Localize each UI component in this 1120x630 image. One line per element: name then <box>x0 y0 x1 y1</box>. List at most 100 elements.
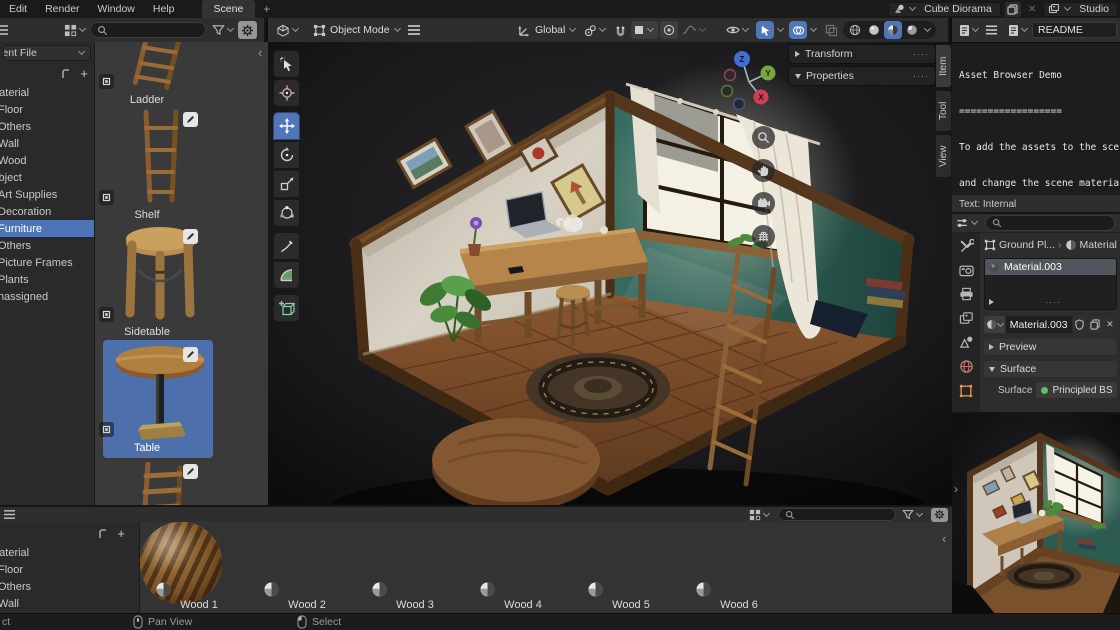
panel-properties[interactable]: Properties ···· <box>788 66 936 86</box>
add-catalog-button[interactable]: + <box>117 527 125 540</box>
catalog-item-floor[interactable]: Floor <box>0 561 139 578</box>
tab-scene-icon[interactable] <box>959 335 974 349</box>
display-mode-button[interactable] <box>62 21 90 39</box>
collapse-region-icon[interactable]: ‹ <box>258 46 262 59</box>
drag-handle-icon[interactable]: ···· <box>913 71 929 81</box>
navigation-gizmo[interactable]: Z Y X <box>716 46 782 112</box>
camera-view-button[interactable] <box>752 192 775 215</box>
zoom-button[interactable] <box>752 126 775 149</box>
xray-toggle[interactable] <box>822 21 840 39</box>
properties-search-input[interactable] <box>985 215 1115 231</box>
show-overlays-toggle[interactable] <box>789 21 807 39</box>
catalog-item-object[interactable]: Object <box>0 169 94 186</box>
catalog-item-art-supplies[interactable]: Art Supplies <box>0 186 94 203</box>
editor-type-button[interactable] <box>955 217 980 230</box>
surface-panel-header[interactable]: Surface <box>984 361 1117 377</box>
viewport-menus-icon[interactable] <box>405 21 423 39</box>
preview-panel-header[interactable]: Preview <box>984 339 1117 355</box>
viewport-canvas[interactable]: Z Y X Transform ···· Properties ···· Ite… <box>268 42 952 505</box>
breadcrumb-object[interactable]: Ground Pl... <box>999 239 1055 251</box>
new-scene-button[interactable] <box>1004 1 1021 17</box>
shading-rendered-button[interactable] <box>903 21 921 39</box>
menu-help[interactable]: Help <box>144 3 184 15</box>
material-slot-selected[interactable]: Material.003 <box>985 259 1116 275</box>
text-menus-icon[interactable] <box>983 21 1000 39</box>
copy-material-icon[interactable] <box>1087 316 1102 333</box>
catalog-item-wood[interactable]: Wood <box>0 152 94 169</box>
resize-grip-icon[interactable]: ···· <box>1045 297 1061 307</box>
tab-tool[interactable]: Tool <box>936 90 952 132</box>
catalog-item-decoration[interactable]: Decoration <box>0 203 94 220</box>
browse-material-button[interactable] <box>984 316 1005 333</box>
tab-object-icon[interactable] <box>959 384 973 398</box>
shading-solid-button[interactable] <box>865 21 883 39</box>
asset-source-selector[interactable]: Current File <box>3 45 91 61</box>
asset-ladder-thumb[interactable] <box>108 42 212 92</box>
editor-type-button[interactable] <box>274 21 303 39</box>
tool-scale[interactable] <box>273 170 300 198</box>
catalog-item-material[interactable]: Material <box>0 544 139 561</box>
menu-window[interactable]: Window <box>89 3 144 15</box>
filter-button[interactable] <box>210 21 238 39</box>
new-catalog-icon[interactable] <box>62 68 75 80</box>
tab-render-icon[interactable] <box>958 264 974 277</box>
tab-item[interactable]: Item <box>936 44 952 88</box>
catalog-item-picture-frames[interactable]: Picture Frames <box>0 254 94 271</box>
menu-edit[interactable]: Edit <box>0 3 36 15</box>
material-slot-list[interactable]: Material.003 ···· <box>984 258 1117 310</box>
editor-type-menu-icon[interactable] <box>0 24 10 36</box>
catalog-item-wall[interactable]: Wall <box>0 595 139 612</box>
material-name-field[interactable]: Material.003 <box>1005 316 1072 333</box>
text-datablock-icon[interactable] <box>1006 21 1032 39</box>
catalog-item-unassigned[interactable]: Unassigned <box>0 288 94 305</box>
show-gizmo-toggle[interactable] <box>756 21 774 39</box>
catalog-item-others2[interactable]: Others <box>0 237 94 254</box>
add-workspace-button[interactable]: + <box>255 2 278 16</box>
tab-view[interactable]: View <box>936 134 952 178</box>
tab-output-icon[interactable] <box>959 287 974 301</box>
asset-wood-6[interactable] <box>140 522 222 604</box>
tab-view-layer-icon[interactable] <box>959 311 974 325</box>
catalog-item-furniture[interactable]: Furniture <box>0 220 94 237</box>
unlink-scene-button[interactable]: ✕ <box>1025 4 1039 15</box>
tool-annotate[interactable] <box>273 232 300 260</box>
editor-type-menu-icon[interactable] <box>3 509 16 520</box>
pivot-point-selector[interactable] <box>582 21 610 39</box>
fake-user-shield-icon[interactable] <box>1072 316 1087 333</box>
visibility-filter-button[interactable] <box>724 21 753 39</box>
proportional-editing-icon[interactable] <box>660 21 679 39</box>
tab-tool-icon[interactable] <box>959 239 974 254</box>
surface-shader-button[interactable]: Principled BS <box>1036 382 1117 398</box>
editor-type-button[interactable] <box>957 21 983 39</box>
camera-preview-viewport[interactable]: › <box>952 412 1120 613</box>
add-catalog-button[interactable]: + <box>80 67 88 80</box>
text-editor[interactable]: Asset Browser Demo ================== To… <box>952 42 1120 213</box>
filter-settings-button[interactable] <box>238 21 257 39</box>
display-mode-button[interactable] <box>747 506 774 524</box>
catalog-item-others[interactable]: Others <box>0 118 94 135</box>
snap-settings-button[interactable] <box>631 21 659 39</box>
filter-settings-button[interactable] <box>931 507 948 522</box>
expand-region-icon[interactable]: › <box>954 482 958 496</box>
tool-move[interactable] <box>273 112 300 140</box>
shading-wireframe-button[interactable] <box>846 21 864 39</box>
filter-button[interactable] <box>900 506 927 524</box>
falloff-curve-icon[interactable] <box>680 21 710 39</box>
asset-search-input[interactable] <box>778 508 896 521</box>
catalog-item-floor[interactable]: Floor <box>0 101 94 118</box>
catalog-item-others[interactable]: Others <box>0 578 139 595</box>
specials-menu-icon[interactable] <box>989 299 994 305</box>
tool-rotate[interactable] <box>273 141 300 169</box>
tool-cursor[interactable] <box>273 79 300 107</box>
tab-scene[interactable]: Scene <box>201 0 256 18</box>
panel-transform[interactable]: Transform ···· <box>788 44 936 64</box>
catalog-item-material[interactable]: Material <box>0 84 94 101</box>
tool-add-cube[interactable] <box>273 294 300 322</box>
mode-selector[interactable]: Object Mode <box>311 21 405 39</box>
breadcrumb-material[interactable]: Material <box>1080 239 1117 251</box>
drag-handle-icon[interactable]: ···· <box>913 49 929 59</box>
text-name-field[interactable]: README <box>1032 22 1117 38</box>
asset-search-input[interactable] <box>90 22 206 38</box>
unlink-material-button[interactable]: ✕ <box>1102 316 1118 333</box>
view-layer-selector[interactable]: Studio <box>1043 1 1118 17</box>
